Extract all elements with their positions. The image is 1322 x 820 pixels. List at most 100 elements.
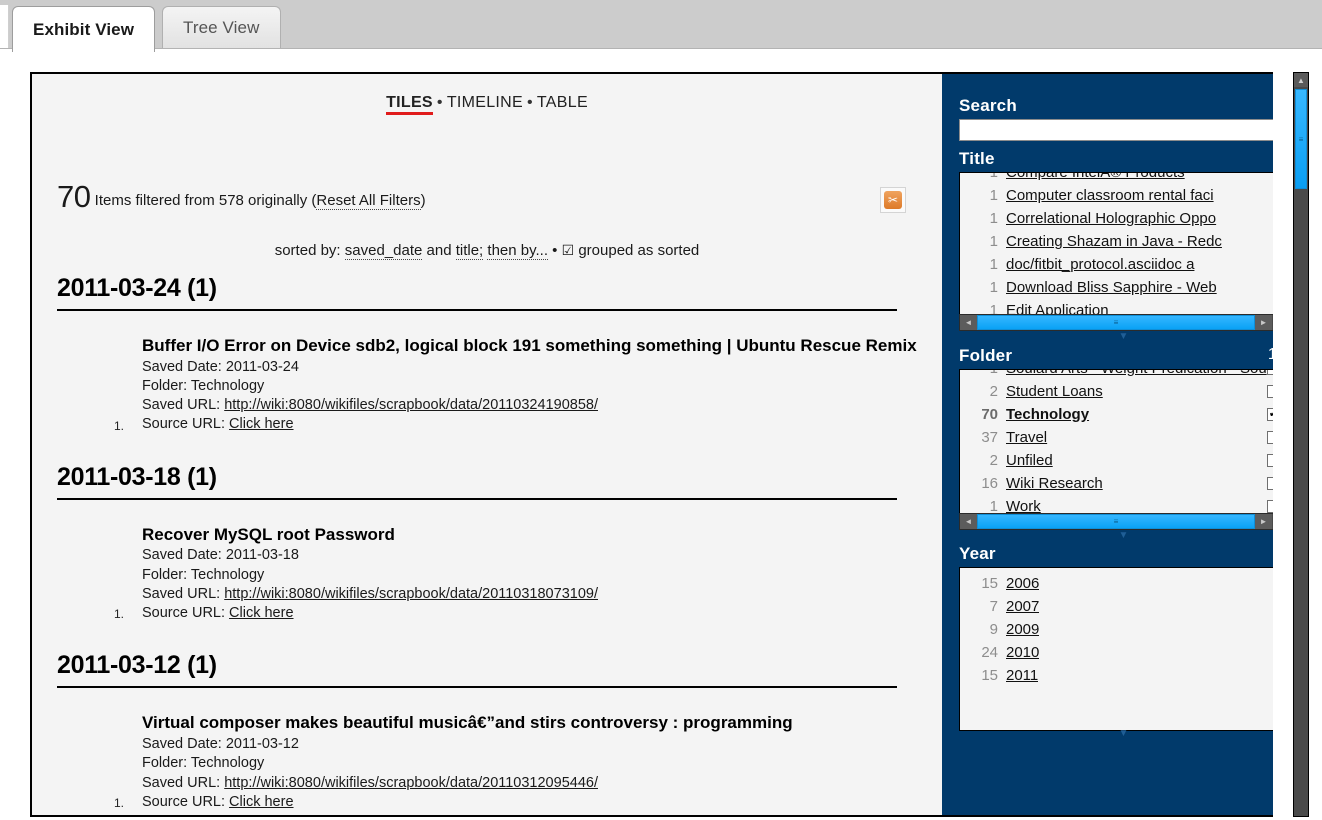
list-item[interactable]: 1 Download Bliss Sapphire - Web	[960, 276, 1288, 299]
scrollbar-thumb[interactable]: ≡	[977, 315, 1255, 330]
folder-value: Technology	[190, 377, 265, 394]
list-item[interactable]: 15 2006	[960, 572, 1305, 595]
facet-label[interactable]: Creating Shazam in Java - Redc	[1006, 233, 1284, 250]
list-item[interactable]: 2 Student Loans	[960, 380, 1288, 403]
saved-date-value: 2011-03-24	[225, 358, 299, 375]
facet-label[interactable]: 2007	[1006, 598, 1039, 615]
facet-search-title: Search	[959, 96, 1017, 115]
facet-label[interactable]: doc/fitbit_protocol.asciidoc a	[1006, 256, 1284, 273]
facet-label[interactable]: Soulard Arts - Weight Predication - Sou	[1006, 370, 1267, 377]
list-item: 1. Recover MySQL root Password Saved Dat…	[32, 524, 942, 624]
facet-folder-heading: Folder 1✔	[959, 346, 1305, 366]
facet-label[interactable]: 2011	[1006, 667, 1038, 684]
tab-exhibit-view[interactable]: Exhibit View	[12, 6, 156, 52]
facet-label[interactable]: 2009	[1006, 621, 1039, 638]
exhibit-panel: TILES • TIMELINE • TABLE ✂ 70 Items filtered…	[30, 72, 1307, 817]
scroll-right-icon[interactable]: ►	[1255, 514, 1272, 529]
list-item: 1. Virtual composer makes beautiful musi…	[32, 712, 942, 812]
list-item[interactable]: 24 2010	[960, 641, 1305, 664]
facet-label[interactable]: Student Loans	[1006, 383, 1267, 400]
tab-bar-left-edge	[0, 5, 9, 48]
facet-title-horizontal-scrollbar[interactable]: ◄ ≡ ►	[959, 314, 1305, 331]
facet-year-collapse-caret[interactable]: ▼	[942, 729, 1305, 739]
view-mode-timeline[interactable]: TIMELINE	[447, 94, 523, 111]
saved-url-link[interactable]: http://wiki:8080/wikifiles/scrapbook/dat…	[224, 775, 598, 791]
source-url-link[interactable]: Click here	[229, 794, 293, 810]
facet-label[interactable]: 2010	[1006, 644, 1039, 661]
facet-label[interactable]: Travel	[1006, 429, 1267, 446]
facet-label[interactable]: Unfiled	[1006, 452, 1267, 469]
folder-value: Technology	[190, 566, 265, 583]
facet-label[interactable]: Computer classroom rental faci	[1006, 187, 1284, 204]
saved-url-link[interactable]: http://wiki:8080/wikifiles/scrapbook/dat…	[224, 586, 598, 602]
facet-label[interactable]: 2006	[1006, 575, 1039, 592]
item-number: 1.	[114, 796, 125, 811]
folder-label: Folder:	[142, 377, 188, 394]
sort-key-saved-date[interactable]: saved_date	[344, 242, 423, 260]
scroll-left-icon[interactable]: ◄	[960, 514, 977, 529]
facet-label[interactable]: Correlational Holographic Oppo	[1006, 210, 1284, 227]
facet-label[interactable]: Wiki Research	[1006, 475, 1267, 492]
list-item[interactable]: 1 Correlational Holographic Oppo	[960, 207, 1288, 230]
sort-then-by-link[interactable]: then by...	[487, 242, 548, 260]
tab-bar: Exhibit View Tree View	[0, 0, 1322, 52]
list-item[interactable]: 2 Unfiled	[960, 449, 1288, 472]
facet-count: 2	[989, 383, 998, 400]
view-mode-nav: TILES • TIMELINE • TABLE	[32, 94, 942, 115]
list-item[interactable]: 37 Travel	[960, 426, 1288, 449]
scrollbar-thumb[interactable]: ≡	[1295, 89, 1307, 189]
facet-title-collapse-caret[interactable]: ▼	[942, 332, 1305, 342]
facet-sidebar: Search Title 1 Compare IntelÂ® Products …	[942, 74, 1305, 815]
list-item[interactable]: 15 2011	[960, 664, 1305, 687]
facet-folder: Folder 1✔ 1 Soulard Arts - Weight Predic…	[942, 346, 1305, 541]
filtered-count: 70	[57, 179, 91, 214]
facet-title-rows: 1 Compare IntelÂ® Products 1 Computer cl…	[960, 172, 1288, 316]
facet-year-rows: 15 2006 7 2007 9 2009 24 2010 15 2011	[960, 568, 1305, 687]
sort-key-title[interactable]: title;	[455, 242, 484, 260]
list-item[interactable]: 1 Compare IntelÂ® Products	[960, 172, 1288, 184]
list-item[interactable]: 1 Work	[960, 495, 1288, 514]
saved-date-value: 2011-03-18	[225, 547, 299, 564]
saved-url-link[interactable]: http://wiki:8080/wikifiles/scrapbook/dat…	[224, 397, 598, 413]
facet-count: 15	[981, 575, 998, 592]
facet-title-listbox[interactable]: 1 Compare IntelÂ® Products 1 Computer cl…	[959, 172, 1305, 317]
facet-label[interactable]: Compare IntelÂ® Products	[1006, 173, 1284, 181]
facet-count: 1	[989, 187, 998, 204]
facet-count: 1	[989, 172, 998, 181]
window-vertical-scrollbar[interactable]: ▲ ≡	[1293, 72, 1309, 817]
view-mode-table[interactable]: TABLE	[537, 94, 588, 111]
search-input[interactable]	[959, 119, 1305, 141]
list-item[interactable]: 1 Soulard Arts - Weight Predication - So…	[960, 370, 1288, 380]
facet-folder-listbox[interactable]: 1 Soulard Arts - Weight Predication - So…	[959, 369, 1305, 515]
source-url-link[interactable]: Click here	[229, 605, 293, 621]
facet-year-listbox[interactable]: 15 2006 7 2007 9 2009 24 2010 15 2011	[959, 567, 1305, 731]
list-item[interactable]: 70 Technology ✔	[960, 403, 1288, 426]
scrollbar-thumb[interactable]: ≡	[977, 514, 1255, 529]
facet-label[interactable]: Download Bliss Sapphire - Web	[1006, 279, 1284, 296]
list-item[interactable]: 16 Wiki Research	[960, 472, 1288, 495]
list-item[interactable]: 1 Computer classroom rental faci	[960, 184, 1288, 207]
facet-label[interactable]: Technology	[1006, 406, 1267, 423]
scroll-right-icon[interactable]: ►	[1255, 315, 1272, 330]
view-mode-tiles[interactable]: TILES	[386, 94, 433, 115]
tab-tree-view[interactable]: Tree View	[162, 6, 281, 48]
item-saved-date: Saved Date: 2011-03-12	[142, 735, 942, 754]
scroll-up-icon[interactable]: ▲	[1294, 73, 1308, 87]
result-group: 2011-03-18 (1) 1. Recover MySQL root Pas…	[32, 463, 942, 624]
list-item[interactable]: 1 doc/fitbit_protocol.asciidoc a	[960, 253, 1288, 276]
saved-date-label: Saved Date:	[142, 358, 222, 375]
list-item[interactable]: 9 2009	[960, 618, 1305, 641]
list-item[interactable]: 7 2007	[960, 595, 1305, 618]
saved-url-label: Saved URL:	[142, 397, 221, 414]
scroll-left-icon[interactable]: ◄	[960, 315, 977, 330]
grouped-as-sorted-checkbox[interactable]: ☑	[562, 242, 575, 258]
source-url-link[interactable]: Click here	[229, 416, 293, 432]
facet-count: 1	[989, 210, 998, 227]
list-item[interactable]: 1 Creating Shazam in Java - Redc	[960, 230, 1288, 253]
source-url-label: Source URL:	[142, 605, 226, 622]
reset-all-filters-link[interactable]: Reset All Filters	[316, 192, 421, 210]
filter-summary-suffix: )	[420, 192, 426, 209]
facet-folder-collapse-caret[interactable]: ▼	[942, 531, 1305, 541]
saved-date-value: 2011-03-12	[225, 736, 299, 753]
facet-folder-horizontal-scrollbar[interactable]: ◄ ≡ ►	[959, 513, 1305, 530]
